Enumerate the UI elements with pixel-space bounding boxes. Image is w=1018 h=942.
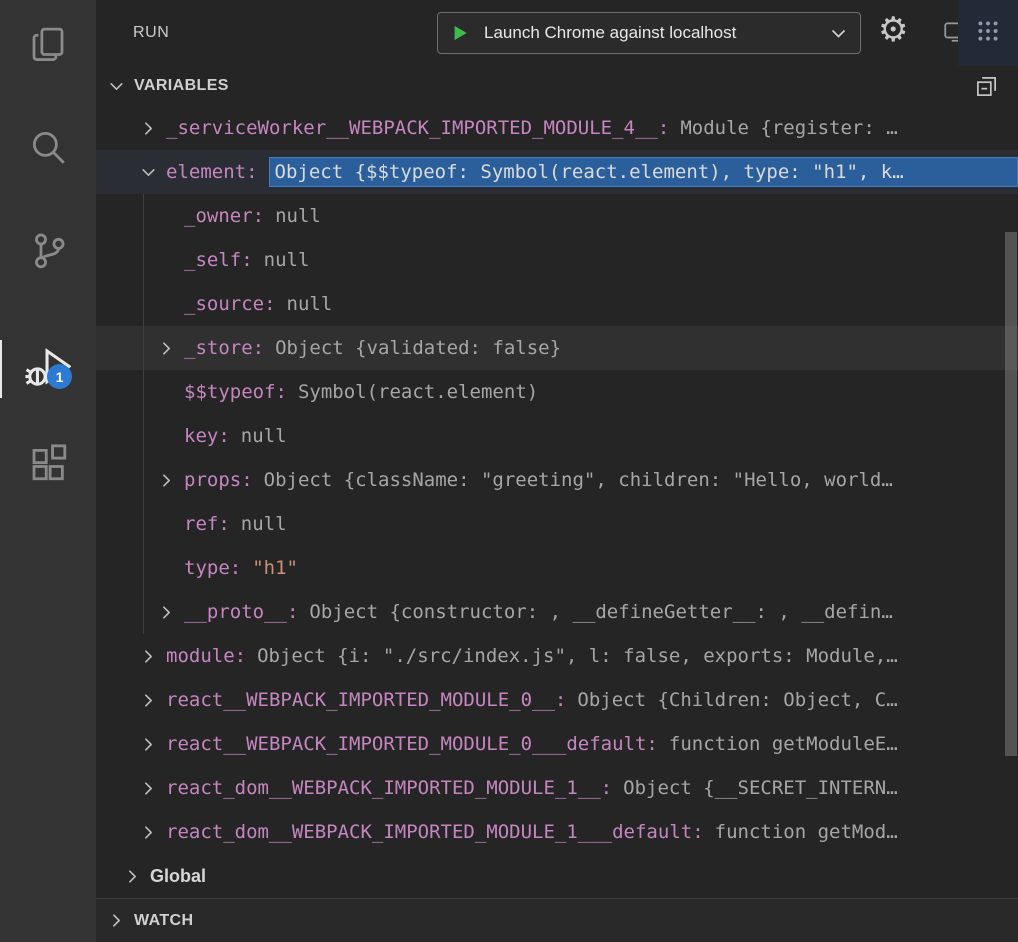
variable-value: "h1" [252,557,298,579]
variable-value: Object {validated: false} [275,337,561,359]
vertical-scrollbar[interactable] [1005,232,1017,756]
variable-name: key: [184,425,230,447]
grid-dots-icon [975,18,1001,49]
scope-row[interactable]: Global [96,854,1018,898]
activity-bar-extensions[interactable] [0,439,96,491]
variables-section-header[interactable]: VARIABLES [96,66,1018,106]
watch-section-header[interactable]: WATCH [96,898,1018,942]
variable-name: react__WEBPACK_IMPORTED_MODULE_0___defau… [166,733,658,755]
chevron-down-icon[interactable] [140,164,166,181]
chevron-right-icon[interactable] [108,912,134,929]
variable-row[interactable]: props: Object {className: "greeting", chi… [96,458,1018,502]
variables-title: VARIABLES [134,77,229,95]
activity-bar-search[interactable] [0,123,96,175]
debug-config-label: Launch Chrome against localhost [484,23,829,43]
activity-bar: 1 [0,0,96,942]
variable-name: $$typeof: [184,381,287,403]
chevron-down-icon[interactable] [108,78,134,95]
chevron-right-icon[interactable] [124,868,150,885]
source-control-icon [27,229,69,276]
debug-toolbar: RUN Launch Chrome against localhost ⚙ [96,0,1018,66]
chevron-right-icon[interactable] [140,736,166,753]
chevron-right-icon[interactable] [140,780,166,797]
variable-value: Object {Children: Object, C… [577,689,897,711]
variable-value: null [275,205,321,227]
variable-name: __proto__: [184,601,298,623]
variable-name: element: [166,161,258,183]
variable-value: Object {constructor: , __defineGetter__:… [309,601,892,623]
extensions-icon [27,442,69,489]
chevron-right-icon[interactable] [140,648,166,665]
variable-row[interactable]: _owner: null [96,194,1018,238]
variable-name: props: [184,469,253,491]
search-icon [27,126,69,173]
variable-row[interactable]: react__WEBPACK_IMPORTED_MODULE_0___defau… [96,722,1018,766]
run-and-debug-panel: RUN Launch Chrome against localhost ⚙ [96,0,1018,942]
variable-name: _self: [184,249,253,271]
chevron-right-icon[interactable] [140,824,166,841]
variable-row[interactable]: _self: null [96,238,1018,282]
activity-bar-source-control[interactable] [0,226,96,278]
layout-grid-button[interactable] [958,0,1018,66]
variable-value: Object {i: "./src/index.js", l: false, e… [257,645,898,667]
variable-row[interactable]: $$typeof: Symbol(react.element) [96,370,1018,414]
variable-row[interactable]: element: Object {$$typeof: Symbol(react.e… [96,150,1018,194]
variable-row[interactable]: react_dom__WEBPACK_IMPORTED_MODULE_1__: O… [96,766,1018,810]
variable-row[interactable]: type: "h1" [96,546,1018,590]
chevron-right-icon[interactable] [140,692,166,709]
variable-name: module: [166,645,246,667]
variable-row[interactable]: _serviceWorker__WEBPACK_IMPORTED_MODULE_… [96,106,1018,150]
variable-value: null [241,425,287,447]
variable-value: Object {__SECRET_INTERN… [623,777,898,799]
variable-value: function getMod… [715,821,898,843]
variable-name: _source: [184,293,276,315]
active-view-indicator [0,340,2,398]
variable-name: react_dom__WEBPACK_IMPORTED_MODULE_1__: [166,777,612,799]
files-icon [27,23,69,70]
variables-rows: _serviceWorker__WEBPACK_IMPORTED_MODULE_… [96,106,1018,898]
activity-bar-run-and-debug[interactable] [0,342,96,394]
variable-value: null [241,513,287,535]
variable-name: type: [184,557,241,579]
panel-title: RUN [133,0,169,66]
variable-value: null [287,293,333,315]
variable-row[interactable]: _store: Object {validated: false} [96,326,1018,370]
variable-row[interactable]: _source: null [96,282,1018,326]
variable-name: Global [150,866,206,887]
variable-row[interactable]: key: null [96,414,1018,458]
chevron-right-icon[interactable] [158,604,184,621]
gear-icon[interactable]: ⚙ [878,10,908,50]
variable-row[interactable]: ref: null [96,502,1018,546]
debug-count-badge: 1 [47,364,72,389]
chevron-down-icon [829,24,848,43]
variable-name: react_dom__WEBPACK_IMPORTED_MODULE_1___d… [166,821,704,843]
variable-value: Object {$$typeof: Symbol(react.element),… [269,157,1018,187]
variable-name: react__WEBPACK_IMPORTED_MODULE_0__: [166,689,566,711]
chevron-right-icon[interactable] [140,120,166,137]
variable-name: _serviceWorker__WEBPACK_IMPORTED_MODULE_… [166,117,669,139]
variable-row[interactable]: react__WEBPACK_IMPORTED_MODULE_0__: Objec… [96,678,1018,722]
variable-name: _store: [184,337,264,359]
collapse-all-icon[interactable] [975,75,998,103]
debug-config-dropdown[interactable]: Launch Chrome against localhost [437,12,861,54]
variable-row[interactable]: react_dom__WEBPACK_IMPORTED_MODULE_1___d… [96,810,1018,854]
variable-value: null [264,249,310,271]
chevron-right-icon[interactable] [158,472,184,489]
watch-title: WATCH [134,912,193,930]
variable-name: ref: [184,513,230,535]
variable-value: function getModuleE… [669,733,898,755]
chevron-right-icon[interactable] [158,340,184,357]
variable-value: Module {register: … [680,117,897,139]
variable-value: Symbol(react.element) [298,381,538,403]
variable-value: Object {className: "greeting", children:… [264,469,893,491]
variable-row[interactable]: module: Object {i: "./src/index.js", l: f… [96,634,1018,678]
start-debug-icon[interactable] [448,22,470,44]
variable-name: _owner: [184,205,264,227]
variable-row[interactable]: __proto__: Object {constructor: , __defin… [96,590,1018,634]
activity-bar-explorer[interactable] [0,20,96,72]
